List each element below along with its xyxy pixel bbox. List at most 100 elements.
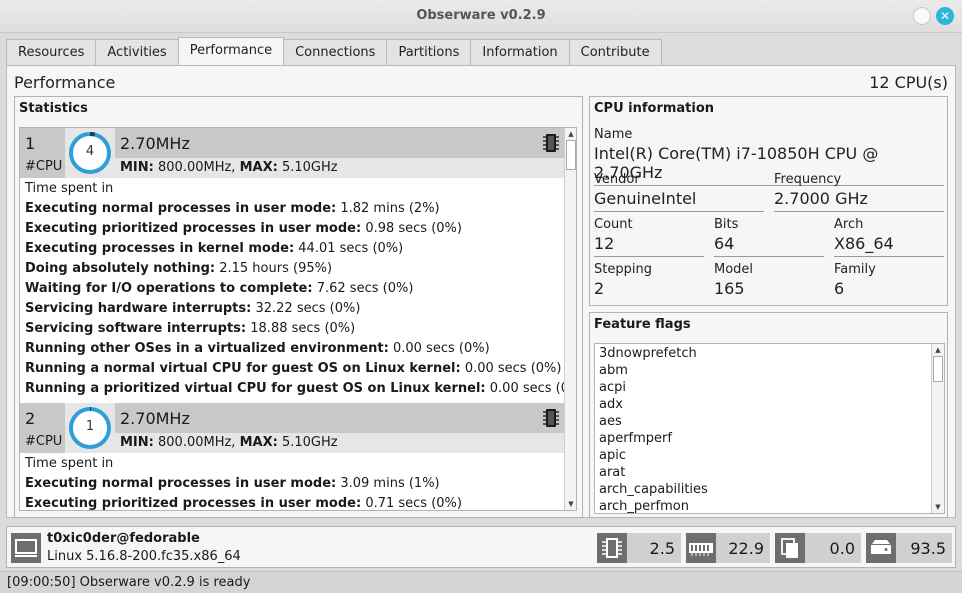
- time-row: Executing normal processes in user mode:…: [25, 476, 440, 491]
- close-icon: ✕: [939, 9, 951, 23]
- cpu-count-field: Count 12: [594, 217, 704, 257]
- memory-icon: [686, 533, 716, 563]
- scroll-up-icon[interactable]: ▲: [565, 128, 576, 140]
- cpu-frequency-field: Frequency 2.7000 GHz: [774, 172, 944, 212]
- cpu-usage-value: 2.5: [649, 539, 675, 558]
- cpu-frequency-row: 2.70MHz: [115, 128, 564, 158]
- cpu-information-title: CPU information: [594, 101, 715, 116]
- swap-usage-meter: 0.0: [775, 533, 861, 563]
- cpu-bits-field: Bits 64: [714, 217, 824, 257]
- list-item[interactable]: apic: [599, 448, 626, 463]
- cpu-index-cell: 2 #CPU: [20, 403, 65, 453]
- swap-icon: [775, 533, 805, 563]
- page-title: Performance: [14, 73, 116, 92]
- cpu-header: 1 #CPU 4 2.70MHz MIN: 800.00MHz, MAX: 5.…: [20, 128, 564, 178]
- cpu-index: 2: [25, 409, 36, 428]
- tab-resources[interactable]: Resources: [6, 39, 97, 65]
- cpu-usage-value: 4: [85, 144, 95, 159]
- statistics-group: Statistics 1 #CPU 4 2.70MHz MIN: 800.00M…: [14, 96, 583, 518]
- cpu-vendor-field: Vendor GenuineIntel: [594, 172, 764, 212]
- scroll-down-icon[interactable]: ▼: [565, 498, 576, 510]
- memory-usage-value: 22.9: [728, 539, 764, 558]
- min-label: MIN:: [120, 160, 154, 175]
- cpu-label: #CPU: [25, 434, 63, 449]
- tab-activities[interactable]: Activities: [95, 39, 179, 65]
- time-row: Executing prioritized processes in user …: [25, 496, 462, 511]
- cpu-usage-gauge: 1: [65, 403, 115, 453]
- tab-connections[interactable]: Connections: [283, 39, 388, 65]
- list-item[interactable]: aes: [599, 414, 622, 429]
- cpu-chip-icon: [543, 409, 559, 427]
- swap-usage-value: 0.0: [829, 539, 855, 558]
- list-item[interactable]: 3dnowprefetch: [599, 346, 697, 361]
- tab-information[interactable]: Information: [470, 39, 570, 65]
- statistics-title: Statistics: [19, 101, 88, 116]
- cpu-header: 2 #CPU 1 2.70MHz MIN: 800.00MHz, MAX: 5.…: [20, 403, 564, 453]
- time-row: Waiting for I/O operations to complete: …: [25, 281, 414, 296]
- disk-usage-meter: 93.5: [866, 533, 952, 563]
- feature-flags-title: Feature flags: [594, 317, 691, 332]
- status-bar: [09:00:50] Obserware v0.2.9 is ready: [0, 571, 962, 593]
- cpu-usage-value: 1: [85, 419, 95, 434]
- scroll-thumb[interactable]: [566, 140, 576, 170]
- cpu-index: 1: [25, 134, 36, 153]
- max-value: 5.10GHz: [281, 160, 338, 175]
- title-bar: Obserware v0.2.9 ✕: [0, 0, 962, 33]
- computer-icon: [11, 533, 41, 563]
- list-item[interactable]: arch_capabilities: [599, 482, 708, 497]
- close-button[interactable]: ✕: [936, 7, 954, 25]
- cpu-information-group: CPU information Name Intel(R) Core(TM) i7…: [589, 96, 948, 306]
- cpu-chip-icon: [597, 533, 627, 563]
- memory-usage-meter: 22.9: [686, 533, 770, 563]
- time-row: Running other OSes in a virtualized envi…: [25, 341, 490, 356]
- scroll-down-icon[interactable]: ▼: [932, 501, 944, 513]
- scroll-up-icon[interactable]: ▲: [932, 344, 944, 356]
- host-kernel: Linux 5.16.8-200.fc35.x86_64: [47, 549, 241, 564]
- time-row: Servicing software interrupts: 18.88 sec…: [25, 321, 356, 336]
- feature-flags-group: Feature flags 3dnowprefetch abm acpi adx…: [589, 312, 948, 518]
- cpu-count: 12 CPU(s): [869, 73, 948, 92]
- scroll-thumb[interactable]: [933, 356, 943, 382]
- cpu-arch-field: Arch X86_64: [834, 217, 944, 257]
- feature-flags-list[interactable]: 3dnowprefetch abm acpi adx aes aperfmper…: [594, 343, 945, 514]
- host-user: t0xic0der@fedorable: [47, 531, 200, 546]
- list-item[interactable]: arat: [599, 465, 625, 480]
- max-label: MAX:: [239, 435, 278, 450]
- cpu-frequency: 2.70MHz: [120, 134, 190, 153]
- cpu-frequency: 2.70MHz: [120, 409, 190, 428]
- time-heading: Time spent in: [25, 181, 114, 196]
- tab-contribute[interactable]: Contribute: [568, 39, 662, 65]
- cpu-chip-icon: [543, 134, 559, 152]
- disk-usage-value: 93.5: [910, 539, 946, 558]
- cpu-list[interactable]: 1 #CPU 4 2.70MHz MIN: 800.00MHz, MAX: 5.…: [19, 127, 577, 511]
- cpu-list-scrollbar[interactable]: ▲ ▼: [564, 128, 576, 510]
- tab-bar: Resources Activities Performance Connect…: [6, 37, 662, 65]
- cpu-family-field: Family 6: [834, 262, 876, 298]
- cpu-usage-gauge: 4: [65, 128, 115, 178]
- cpu-index-cell: 1 #CPU: [20, 128, 65, 178]
- max-value: 5.10GHz: [281, 435, 338, 450]
- cpu-label: #CPU: [25, 159, 63, 174]
- window-title: Obserware v0.2.9: [416, 8, 546, 23]
- flags-scrollbar[interactable]: ▲ ▼: [931, 344, 944, 513]
- cpu-min-max: MIN: 800.00MHz, MAX: 5.10GHz: [115, 158, 564, 178]
- time-row: Running a prioritized virtual CPU for gu…: [25, 381, 577, 396]
- disk-icon: [866, 533, 896, 563]
- cpu-min-max: MIN: 800.00MHz, MAX: 5.10GHz: [115, 433, 564, 453]
- cpu-model-field: Model 165: [714, 262, 754, 298]
- list-item[interactable]: aperfmperf: [599, 431, 672, 446]
- list-item[interactable]: adx: [599, 397, 623, 412]
- status-message: [09:00:50] Obserware v0.2.9 is ready: [7, 575, 251, 590]
- time-row: Doing absolutely nothing: 2.15 hours (95…: [25, 261, 333, 276]
- time-row: Executing prioritized processes in user …: [25, 221, 462, 236]
- tab-partitions[interactable]: Partitions: [386, 39, 472, 65]
- tab-performance[interactable]: Performance: [177, 37, 285, 65]
- cpu-stepping-field: Stepping 2: [594, 262, 652, 298]
- list-item[interactable]: arch_perfmon: [599, 499, 689, 513]
- time-row: Executing processes in kernel mode: 44.0…: [25, 241, 404, 256]
- list-item[interactable]: abm: [599, 363, 628, 378]
- host-status-panel: t0xic0der@fedorable Linux 5.16.8-200.fc3…: [6, 526, 956, 568]
- list-item[interactable]: acpi: [599, 380, 626, 395]
- minimize-button[interactable]: [913, 7, 931, 25]
- time-row: Running a normal virtual CPU for guest O…: [25, 361, 562, 376]
